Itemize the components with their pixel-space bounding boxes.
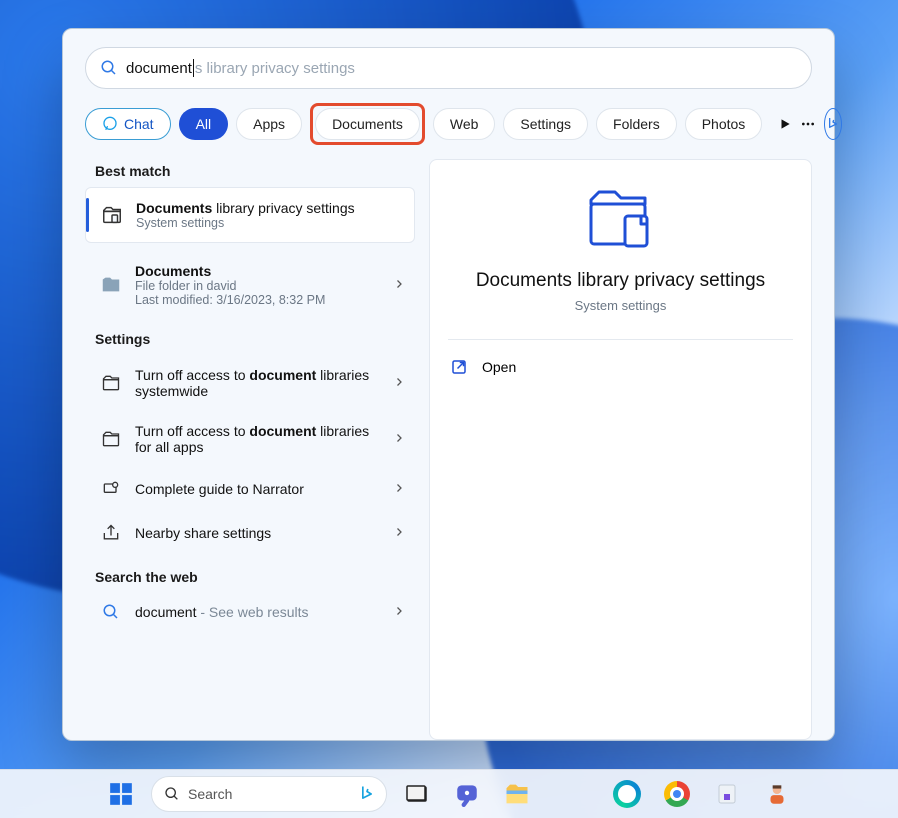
- play-icon: [778, 117, 792, 131]
- share-icon: [97, 523, 125, 543]
- taskbar-taskview[interactable]: [397, 774, 437, 814]
- filter-photos-label: Photos: [702, 116, 746, 132]
- chevron-right-icon: [393, 431, 405, 447]
- best-match-subtitle: System settings: [136, 216, 355, 230]
- bing-button[interactable]: [824, 108, 842, 140]
- folder-result-title: Documents: [135, 263, 325, 279]
- chat-icon: [454, 781, 480, 807]
- start-button[interactable]: [101, 774, 141, 814]
- narrator-icon: [97, 479, 125, 499]
- chevron-right-icon: [393, 481, 405, 497]
- filter-web[interactable]: Web: [433, 108, 496, 140]
- settings-result-item[interactable]: Turn off access to document libraries fo…: [85, 411, 415, 467]
- taskbar-edge[interactable]: [607, 774, 647, 814]
- preview-open-action[interactable]: Open: [448, 354, 793, 380]
- taskbar-chrome[interactable]: [657, 774, 697, 814]
- filter-all[interactable]: All: [179, 108, 229, 140]
- search-input[interactable]: document s library privacy settings: [85, 47, 812, 89]
- settings-result-item[interactable]: Nearby share settings: [85, 511, 415, 555]
- folder-result-modified: Last modified: 3/16/2023, 8:32 PM: [135, 293, 325, 307]
- text-caret: [193, 59, 194, 77]
- preview-open-label: Open: [482, 359, 516, 375]
- divider: [448, 339, 793, 340]
- filter-chat[interactable]: Chat: [85, 108, 171, 140]
- preview-panel: Documents library privacy settings Syste…: [429, 159, 812, 740]
- chevron-right-icon: [393, 277, 405, 293]
- filter-settings-label: Settings: [520, 116, 571, 132]
- preview-title: Documents library privacy settings: [476, 270, 765, 292]
- taskbar-chat[interactable]: [447, 774, 487, 814]
- best-match-title: Documents library privacy settings: [136, 200, 355, 216]
- filter-folders[interactable]: Folders: [596, 108, 677, 140]
- filter-documents-label: Documents: [332, 116, 403, 132]
- best-match-heading: Best match: [95, 163, 415, 179]
- settings-results: Turn off access to document libraries sy…: [85, 355, 415, 555]
- search-icon: [100, 59, 118, 77]
- documents-library-large-icon: [585, 186, 657, 252]
- taskview-icon: [405, 782, 429, 806]
- folder-icon: [97, 274, 125, 296]
- web-result[interactable]: document - See web results: [85, 593, 415, 631]
- folder-result[interactable]: Documents File folder in david Last modi…: [85, 253, 415, 317]
- search-icon: [97, 603, 125, 621]
- edge-icon: [613, 780, 641, 808]
- filter-apps[interactable]: Apps: [236, 108, 302, 140]
- windows-icon: [108, 781, 134, 807]
- annotation-highlight: Documents: [310, 103, 425, 145]
- documents-library-icon: [97, 373, 125, 393]
- search-icon: [164, 786, 180, 802]
- filter-photos[interactable]: Photos: [685, 108, 763, 140]
- taskbar-explorer[interactable]: [497, 774, 537, 814]
- web-result-title: document - See web results: [135, 604, 309, 620]
- settings-item-title: Turn off access to document libraries sy…: [135, 367, 375, 399]
- results-column: Best match Documents library privacy set…: [85, 159, 415, 740]
- taskbar-app-2[interactable]: [757, 774, 797, 814]
- settings-result-item[interactable]: Turn off access to document libraries sy…: [85, 355, 415, 411]
- search-typed-text: document: [126, 60, 192, 77]
- taskbar-search[interactable]: Search: [151, 776, 387, 812]
- bing-icon: [825, 116, 841, 132]
- filter-folders-label: Folders: [613, 116, 660, 132]
- open-icon: [450, 358, 468, 376]
- search-filter-row: Chat All Apps Documents Web Settings Fol…: [85, 103, 812, 145]
- settings-heading: Settings: [95, 331, 415, 347]
- avatar-icon: [764, 781, 790, 807]
- search-web-heading: Search the web: [95, 569, 415, 585]
- settings-item-title: Nearby share settings: [135, 525, 271, 541]
- bing-icon: [354, 781, 380, 807]
- settings-result-item[interactable]: Complete guide to Narrator: [85, 467, 415, 511]
- documents-library-icon: [98, 204, 126, 226]
- taskbar: Search: [0, 769, 898, 818]
- chevron-right-icon: [393, 525, 405, 541]
- best-match-result[interactable]: Documents library privacy settings Syste…: [85, 187, 415, 243]
- filter-overflow-button[interactable]: [800, 109, 816, 139]
- folder-result-subtitle: File folder in david: [135, 279, 325, 293]
- taskbar-search-placeholder: Search: [188, 786, 232, 802]
- filter-web-label: Web: [450, 116, 479, 132]
- filter-settings[interactable]: Settings: [503, 108, 588, 140]
- settings-item-title: Complete guide to Narrator: [135, 481, 304, 497]
- chevron-right-icon: [393, 604, 405, 620]
- app-icon: [715, 782, 739, 806]
- filter-all-label: All: [196, 116, 212, 132]
- filter-documents[interactable]: Documents: [315, 108, 420, 140]
- search-suggestion-text: s library privacy settings: [195, 60, 355, 77]
- filter-chat-label: Chat: [124, 116, 154, 132]
- filter-apps-label: Apps: [253, 116, 285, 132]
- taskbar-app-1[interactable]: [707, 774, 747, 814]
- more-icon: [800, 116, 816, 132]
- settings-item-title: Turn off access to document libraries fo…: [135, 423, 375, 455]
- filter-next-button[interactable]: [778, 109, 792, 139]
- chevron-right-icon: [393, 375, 405, 391]
- chrome-icon: [664, 781, 690, 807]
- bing-chat-icon: [102, 116, 118, 132]
- preview-subtitle: System settings: [575, 298, 667, 313]
- documents-library-icon: [97, 429, 125, 449]
- folder-icon: [503, 780, 531, 808]
- start-search-flyout: document s library privacy settings Chat…: [62, 28, 835, 741]
